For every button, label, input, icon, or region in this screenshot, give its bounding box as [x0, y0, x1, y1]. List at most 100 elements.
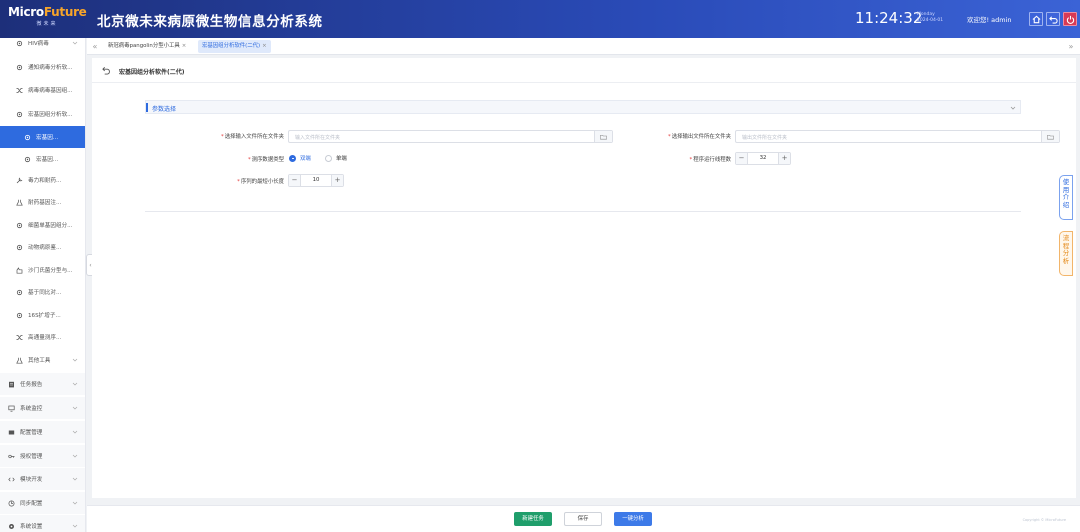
shuffle-icon — [16, 87, 23, 94]
code-icon — [8, 476, 15, 483]
folder-open-icon[interactable] — [1041, 131, 1059, 142]
sidebar-item[interactable]: HIV病毒 — [0, 38, 85, 54]
sidebar-item-label: 宏基因组分析软... — [28, 112, 73, 118]
logo-sub: 微未来 — [36, 21, 58, 27]
key-icon — [8, 453, 15, 460]
tab-metagenome[interactable]: 宏基因组分析软件(二代) × — [198, 40, 271, 53]
increment-button[interactable]: + — [778, 153, 790, 164]
sidebar-item[interactable]: 模块开发 — [0, 468, 85, 490]
sidebar-item-label: 16S扩增子... — [28, 313, 61, 319]
sidebar-item-label: 系统监控 — [20, 406, 43, 412]
sidebar-item[interactable]: 细菌单基因组分... — [0, 214, 85, 236]
radio-label: 单端 — [336, 156, 347, 162]
sidebar-item[interactable]: 授权管理 — [0, 445, 85, 467]
chevron-down-icon[interactable] — [1010, 105, 1016, 111]
output-dir-field[interactable]: 输出文件所在文件夹 — [735, 130, 1060, 143]
threads-stepper[interactable]: − 32 + — [735, 152, 791, 165]
increment-button[interactable]: + — [331, 175, 343, 186]
sidebar-item-label: 病毒病毒基因组... — [28, 88, 73, 94]
decrement-button[interactable]: − — [289, 175, 301, 186]
close-icon[interactable]: × — [262, 43, 267, 49]
sidebar: HIV病毒通知病毒分析软... 病毒病毒基因组... 宏基因组分析软... 宏基因..… — [0, 38, 86, 532]
sidebar-item-label: 动物病原鉴... — [28, 245, 62, 251]
sidebar-item[interactable]: 系统设置 — [0, 515, 85, 532]
system-title: 北京微未来病原微生物信息分析系统 — [97, 14, 323, 30]
date-box: Monday 2024-04-01 — [917, 12, 943, 24]
gear-icon — [16, 312, 23, 319]
flow-side-tab[interactable]: 流程分析 — [1059, 231, 1073, 276]
sidebar-item[interactable]: 基于同比对... — [0, 281, 85, 303]
sidebar-item-label: 其他工具 — [28, 358, 51, 364]
min-len-label: *序列的最短小长度 — [237, 179, 284, 185]
logout-button[interactable] — [1063, 12, 1077, 26]
sidebar-item[interactable]: 其他工具 — [0, 349, 85, 371]
min-len-value[interactable]: 10 — [301, 175, 331, 186]
tab-scroll-right-icon[interactable]: » — [1066, 41, 1076, 52]
tab-pangolin[interactable]: 新冠病毒pangolin分型小工具 × — [104, 40, 190, 53]
sidebar-item[interactable]: 耐药基因注... — [0, 191, 85, 213]
chevron-down-icon — [72, 500, 78, 506]
config-icon — [8, 429, 15, 436]
output-dir-label: *选择输出文件所在文件夹 — [667, 134, 731, 140]
tool-icon — [16, 177, 23, 184]
sidebar-item[interactable]: 配置管理 — [0, 421, 85, 443]
output-dir-placeholder: 输出文件所在文件夹 — [742, 135, 788, 141]
chevron-down-icon — [72, 405, 78, 411]
save-button[interactable]: 保存 — [564, 512, 602, 526]
output-dir-label-text: 选择输出文件所在文件夹 — [671, 134, 731, 140]
tab-bar: « 新冠病毒pangolin分型小工具 × 宏基因组分析软件(二代) × » — [87, 38, 1080, 55]
panel-header[interactable]: 参数选择 — [145, 100, 1021, 114]
min-len-label-text: 序列的最短小长度 — [240, 179, 284, 185]
back-button[interactable] — [1046, 12, 1060, 26]
new-task-button[interactable]: 新建任务 — [514, 512, 552, 526]
logo: MicroFuture 微未来 — [8, 5, 87, 33]
decrement-button[interactable]: − — [736, 153, 748, 164]
run-analysis-button[interactable]: 一键分析 — [614, 512, 652, 526]
input-dir-placeholder: 输入文件所在文件夹 — [295, 135, 341, 141]
parameter-panel: 参数选择 *选择输入文件所在文件夹 输入文件所在文件夹 *选择输出文件所在文件夹… — [145, 100, 1060, 212]
sidebar-item[interactable]: 沙门氏菌分型与... — [0, 259, 85, 281]
sidebar-item[interactable]: 16S扩增子... — [0, 304, 85, 326]
chevron-down-icon — [72, 40, 78, 46]
shuffle-icon — [16, 334, 23, 341]
settings-icon — [8, 523, 15, 530]
panel-accent-bar — [146, 103, 148, 112]
back-icon[interactable] — [102, 66, 111, 75]
input-dir-field[interactable]: 输入文件所在文件夹 — [288, 130, 613, 143]
radio-single[interactable]: 单端 — [325, 154, 347, 162]
gear-icon — [16, 222, 23, 229]
logo-main: Micro — [8, 5, 44, 19]
sidebar-item[interactable]: 宏基因... — [0, 148, 85, 170]
sidebar-item[interactable]: 任务报告 — [0, 373, 85, 395]
tab-scroll-left-icon[interactable]: « — [90, 41, 100, 52]
return-icon — [1048, 15, 1058, 24]
home-button[interactable] — [1029, 12, 1043, 26]
threads-value[interactable]: 32 — [748, 153, 778, 164]
sidebar-item-label: 同步配置 — [20, 501, 43, 507]
sidebar-item[interactable]: 动物病原鉴... — [0, 236, 85, 258]
sidebar-item[interactable]: 同步配置 — [0, 492, 85, 514]
sidebar-item[interactable]: 宏基因... — [0, 126, 85, 148]
flask-icon — [16, 357, 23, 364]
sidebar-item[interactable]: 毒力和耐药... — [0, 169, 85, 191]
sidebar-item-label: 通知病毒分析软... — [28, 65, 73, 71]
radio-dot — [325, 154, 332, 162]
gear-icon — [16, 40, 23, 47]
close-icon[interactable]: × — [182, 43, 187, 49]
clock: 11:24:32 — [855, 9, 923, 27]
logo-accent: Future — [43, 5, 87, 19]
sidebar-item-label: 高通量测序... — [28, 335, 62, 341]
sidebar-item[interactable]: 通知病毒分析软... — [0, 56, 85, 78]
sidebar-item-label: 授权管理 — [20, 454, 43, 460]
radio-paired[interactable]: 双端 — [289, 154, 311, 162]
sidebar-item[interactable]: 系统监控 — [0, 397, 85, 419]
sidebar-item[interactable]: 宏基因组分析软... — [0, 103, 85, 125]
help-side-tab[interactable]: 使用介绍 — [1059, 175, 1073, 220]
min-len-stepper[interactable]: − 10 + — [288, 174, 344, 187]
flow-side-tab-label: 流程分析 — [1062, 234, 1070, 265]
chevron-down-icon — [72, 453, 78, 459]
sidebar-item[interactable]: 高通量测序... — [0, 326, 85, 348]
sidebar-item[interactable]: 病毒病毒基因组... — [0, 79, 85, 101]
chevron-down-icon — [72, 476, 78, 482]
chevron-down-icon — [72, 523, 78, 529]
